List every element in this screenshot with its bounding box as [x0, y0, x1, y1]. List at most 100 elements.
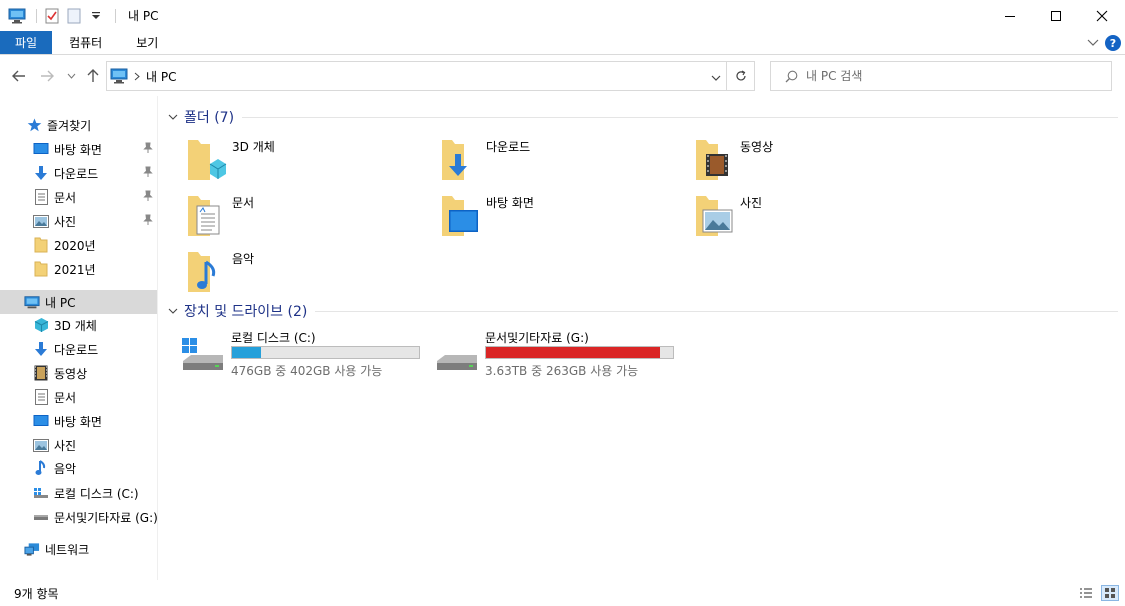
customize-toolbar-dropdown-icon[interactable]	[87, 7, 105, 25]
refresh-icon	[735, 70, 746, 81]
group-title: 폴더 (7)	[184, 110, 235, 126]
expand-ribbon-chevron-icon[interactable]	[1087, 36, 1099, 50]
sidebar-item-folder-2021[interactable]: 2021년	[0, 257, 157, 281]
collapse-chevron-icon[interactable]	[168, 308, 182, 315]
sidebar-item-3d-objects[interactable]: 3D 개체	[0, 313, 157, 337]
refresh-button[interactable]	[726, 62, 754, 90]
close-button[interactable]	[1079, 0, 1125, 31]
folder-tile-videos[interactable]: 동영상	[692, 136, 942, 188]
sidebar-item-label: 문서	[54, 390, 77, 405]
tab-computer[interactable]: 컴퓨터	[52, 31, 119, 54]
group-title: 장치 및 드라이브 (2)	[184, 304, 308, 320]
sidebar-item-pc-documents[interactable]: 문서	[0, 385, 157, 409]
folders-group-header[interactable]: 폴더 (7)	[160, 106, 1118, 128]
sidebar-item-label: 문서및기타자료 (G:)	[54, 510, 157, 525]
sidebar-item-network[interactable]: 네트워크	[0, 537, 157, 561]
sidebar-item-desktop[interactable]: 바탕 화면	[0, 137, 157, 161]
sidebar-item-this-pc[interactable]: 내 PC	[0, 290, 157, 314]
collapse-chevron-icon[interactable]	[168, 114, 182, 121]
folder-tile-documents[interactable]: 문서	[184, 192, 434, 244]
properties-icon[interactable]	[43, 7, 61, 25]
pictures-folder-icon	[696, 196, 733, 236]
search-input[interactable]	[806, 69, 1096, 83]
sidebar-item-pc-pictures[interactable]: 사진	[0, 433, 157, 457]
sidebar-item-label: 사진	[54, 214, 77, 229]
window-title: 내 PC	[128, 9, 159, 23]
details-view-button[interactable]	[1077, 585, 1095, 601]
sidebar-item-folder-2020[interactable]: 2020년	[0, 233, 157, 257]
pin-icon[interactable]	[143, 190, 153, 205]
download-icon	[33, 165, 49, 181]
sidebar-item-drive-c[interactable]: 로컬 디스크 (C:)	[0, 481, 157, 505]
sidebar-item-drive-g[interactable]: 문서및기타자료 (G:)	[0, 505, 157, 529]
back-button[interactable]	[10, 67, 28, 85]
minimize-button[interactable]	[987, 0, 1033, 31]
sidebar-item-label: 3D 개체	[54, 318, 97, 333]
sidebar-item-documents[interactable]: 문서	[0, 185, 157, 209]
search-box[interactable]	[770, 61, 1112, 91]
content-pane[interactable]: 폴더 (7) 3D 개체 다운로드 동영상 문서 바탕 화면 사진 음악 장치 …	[160, 96, 1125, 580]
navigation-bar: 내 PC	[0, 56, 1125, 96]
quick-access-toolbar	[0, 0, 122, 31]
sidebar-item-music[interactable]: 음악	[0, 456, 157, 480]
maximize-button[interactable]	[1033, 0, 1079, 31]
folder-label: 문서	[232, 196, 255, 210]
pin-icon[interactable]	[143, 142, 153, 157]
sidebar-item-pc-desktop[interactable]: 바탕 화면	[0, 409, 157, 433]
forward-button[interactable]	[38, 67, 56, 85]
address-history-chevron-icon[interactable]	[711, 70, 721, 84]
forward-arrow-icon	[41, 70, 54, 82]
sidebar-item-pictures[interactable]: 사진	[0, 209, 157, 233]
minimize-icon	[1005, 15, 1015, 17]
folder-tile-music[interactable]: 음악	[184, 248, 434, 300]
pin-icon[interactable]	[143, 166, 153, 181]
video-icon	[33, 365, 49, 381]
sidebar-item-quick-access[interactable]: 즐겨찾기	[0, 113, 157, 137]
back-arrow-icon	[12, 70, 25, 82]
sidebar-item-label: 바탕 화면	[54, 414, 102, 429]
recent-locations-button[interactable]	[64, 67, 78, 85]
help-icon[interactable]: ?	[1105, 35, 1121, 51]
drives-group-header[interactable]: 장치 및 드라이브 (2)	[160, 300, 1118, 322]
folder-label: 바탕 화면	[486, 196, 534, 210]
sidebar-item-downloads[interactable]: 다운로드	[0, 161, 157, 185]
folder-tile-3d-objects[interactable]: 3D 개체	[184, 136, 434, 188]
downloads-folder-icon	[442, 140, 467, 180]
large-icons-view-button[interactable]	[1101, 585, 1119, 601]
window-controls	[987, 0, 1125, 31]
sidebar-item-videos[interactable]: 동영상	[0, 361, 157, 385]
document-icon	[33, 189, 49, 205]
sidebar-item-label: 2020년	[54, 238, 96, 253]
new-folder-icon[interactable]	[65, 7, 83, 25]
group-divider	[315, 310, 1118, 312]
pin-icon[interactable]	[143, 214, 153, 229]
sidebar-item-label: 내 PC	[45, 295, 76, 310]
drive-tile-c[interactable]: 로컬 디스크 (C:) 476GB 중 402GB 사용 가능	[181, 329, 435, 381]
folder-label: 동영상	[740, 140, 774, 154]
tab-view[interactable]: 보기	[119, 31, 175, 54]
breadcrumb-separator-icon[interactable]	[134, 72, 140, 81]
sidebar-item-label: 다운로드	[54, 166, 99, 181]
document-icon	[33, 389, 49, 405]
drive-tile-g[interactable]: 문서및기타자료 (G:) 3.63TB 중 263GB 사용 가능	[435, 329, 689, 381]
tab-file[interactable]: 파일	[0, 31, 53, 54]
3d-objects-folder-icon	[188, 140, 227, 180]
status-bar: 9개 항목	[0, 580, 1125, 606]
picture-icon	[33, 213, 49, 229]
breadcrumb-this-pc[interactable]: 내 PC	[146, 68, 176, 85]
navigation-pane[interactable]: 즐겨찾기 바탕 화면 다운로드 문서 사진 2020년 2021년 내 PC 3…	[0, 96, 158, 580]
folder-tile-desktop[interactable]: 바탕 화면	[438, 192, 688, 244]
picture-icon	[33, 437, 49, 453]
music-icon	[33, 460, 49, 476]
drive-icon	[33, 509, 49, 525]
download-icon	[33, 341, 49, 357]
address-bar[interactable]: 내 PC	[106, 61, 755, 91]
sidebar-item-label: 바탕 화면	[54, 142, 102, 157]
desktop-icon	[33, 413, 49, 429]
folder-tile-downloads[interactable]: 다운로드	[438, 136, 688, 188]
sidebar-item-pc-downloads[interactable]: 다운로드	[0, 337, 157, 361]
up-button[interactable]	[84, 67, 102, 85]
folder-tile-pictures[interactable]: 사진	[692, 192, 942, 244]
videos-folder-icon	[696, 140, 728, 180]
group-divider	[242, 116, 1118, 118]
